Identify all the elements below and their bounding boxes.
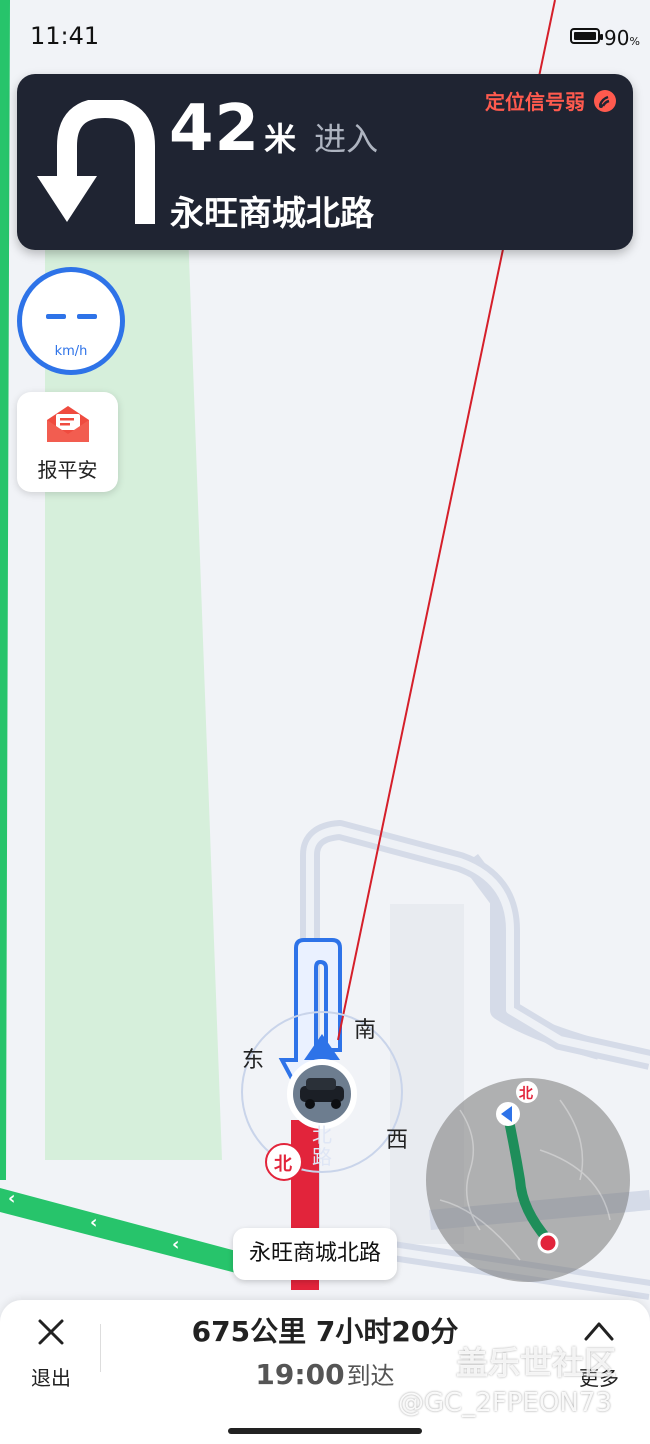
distance-value: 42 (169, 92, 261, 166)
compass-east-label: 东 (242, 1048, 265, 1073)
watermark-site: 盖乐世社区 (456, 1344, 617, 1382)
speedometer[interactable]: km/h (17, 267, 125, 375)
close-icon (38, 1319, 64, 1345)
exit-label: 退出 (31, 1366, 71, 1390)
distance-row: 42 米 进入 (169, 92, 378, 166)
status-time: 11:41 (30, 22, 100, 50)
svg-text:‹: ‹ (90, 1212, 97, 1233)
current-road-label: 永旺商城北路 (233, 1228, 398, 1280)
gps-signal-warning[interactable]: 定位信号弱 (485, 86, 617, 115)
overview-north-label: 北 (519, 1086, 533, 1102)
action-text: 进入 (314, 120, 379, 158)
speed-unit: km/h (54, 344, 88, 359)
compass-west-label: 西 (386, 1128, 409, 1153)
envelope-icon (47, 406, 89, 442)
next-road-name: 永旺商城北路 (170, 194, 374, 234)
battery-level: 90% (604, 26, 640, 50)
speed-dash (77, 314, 97, 319)
home-indicator[interactable] (228, 1428, 422, 1434)
report-safe-label: 报平安 (37, 458, 98, 482)
svg-text:‹: ‹ (172, 1234, 179, 1255)
route-overview-map[interactable] (426, 1078, 630, 1282)
road-name-vertical: 北路 (312, 1123, 332, 1169)
signal-warning-text: 定位信号弱 (485, 90, 585, 114)
turn-guidance-card[interactable]: 42 米 进入 永旺商城北路 定位信号弱 (17, 74, 633, 250)
compass-north-label: 北 (274, 1154, 292, 1175)
report-safe-button[interactable]: 报平安 (17, 392, 118, 492)
compass-south-label: 南 (354, 1018, 377, 1043)
divider (100, 1324, 101, 1372)
arrival-time: 19:00 (255, 1358, 345, 1391)
status-bar: 11:41 90% (0, 0, 650, 74)
arrival-label: 到达 (346, 1362, 395, 1390)
weak-gps-signal-icon (594, 89, 616, 112)
svg-text:‹: ‹ (8, 1188, 15, 1209)
u-turn-icon (37, 100, 155, 224)
watermark-handle: @GC_2FPEON73 (398, 1388, 612, 1418)
battery-icon (570, 28, 603, 44)
speed-dash (46, 314, 66, 319)
exit-button[interactable]: 退出 (14, 1314, 88, 1390)
distance-unit: 米 (264, 120, 297, 158)
